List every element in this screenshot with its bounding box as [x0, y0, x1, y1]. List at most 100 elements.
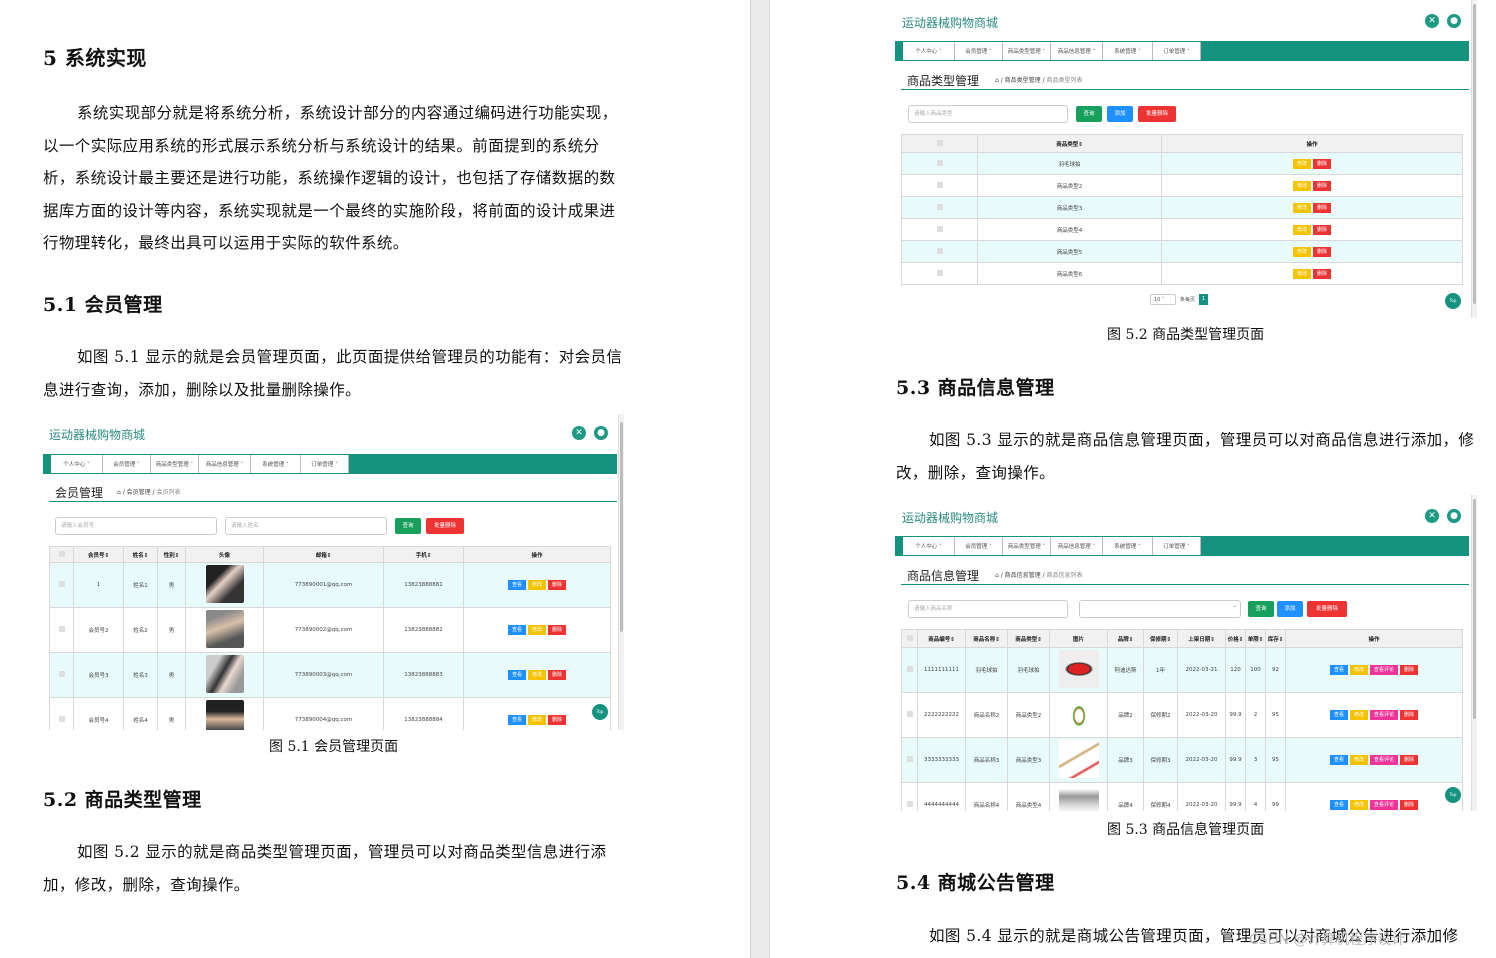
edit-button[interactable]: 修改 [527, 580, 546, 590]
nav-item[interactable]: 会员管理 ˅ [103, 455, 151, 473]
select-all-checkbox[interactable] [906, 634, 913, 641]
edit-button[interactable]: 修改 [1292, 246, 1311, 257]
back-to-top-button[interactable]: Top [1445, 293, 1461, 309]
delete-button[interactable]: 删除 [548, 625, 567, 635]
delete-button[interactable]: 删除 [1313, 158, 1332, 169]
view-button[interactable]: 查看 [507, 625, 526, 635]
edit-button[interactable]: 修改 [1292, 180, 1311, 191]
user-icon[interactable]: ● [594, 426, 608, 440]
view-reviews-button[interactable]: 查看评论 [1370, 665, 1399, 675]
member-id-input[interactable]: 请输入会员号 [55, 517, 217, 535]
type-search-input[interactable]: 请输入商品类型 [908, 105, 1068, 123]
delete-button[interactable]: 删除 [548, 715, 567, 725]
back-to-top-button[interactable]: Top [1445, 787, 1461, 803]
caption-5-2: 图 5.2 商品类型管理页面 [1107, 327, 1265, 343]
table-row: 商品类型2 修改 删除 [901, 174, 1463, 197]
delete-button[interactable]: 删除 [1313, 268, 1332, 279]
name-input[interactable]: 请输入姓名 [225, 517, 387, 535]
nav-item[interactable]: 商品信息管理 ˅ [1051, 42, 1103, 60]
nav-item[interactable]: 会员管理 ˅ [955, 537, 1003, 555]
nav-item[interactable]: 个人中心 ˅ [903, 42, 955, 60]
view-button[interactable]: 查看 [507, 715, 526, 725]
page-separator [750, 0, 770, 958]
select-all-checkbox[interactable] [58, 550, 65, 557]
scrollbar[interactable] [618, 414, 624, 730]
batch-delete-button[interactable]: 批量删除 [426, 518, 464, 534]
scrollbar[interactable] [1471, 0, 1477, 318]
edit-button[interactable]: 修改 [1292, 202, 1311, 213]
nav-item[interactable]: 订单管理 ˅ [1153, 537, 1201, 555]
view-button[interactable]: 查看 [1329, 800, 1348, 810]
edit-button[interactable]: 修改 [527, 715, 546, 725]
view-button[interactable]: 查看 [507, 580, 526, 590]
add-button[interactable]: 添加 [1107, 106, 1133, 122]
heading-5-3: 5.3 商品信息管理 [896, 377, 1055, 399]
page-title: 商品信息管理 [907, 569, 980, 583]
product-name-input[interactable]: 请输入商品名称 [908, 600, 1068, 618]
user-icon[interactable]: ● [1447, 509, 1461, 523]
nav-item[interactable]: 订单管理 ˅ [1153, 42, 1201, 60]
page-size-select[interactable]: 10 ˅ [1150, 294, 1176, 305]
page-number[interactable]: 1 [1199, 294, 1209, 305]
add-button[interactable]: 添加 [1277, 601, 1303, 617]
product-type-select[interactable]: ˅ [1079, 600, 1241, 618]
delete-button[interactable]: 删除 [1400, 755, 1419, 765]
view-button[interactable]: 查看 [1329, 710, 1348, 720]
document-page-left: 5 系统实现 系统实现部分就是将系统分析，系统设计部分的内容通过编码进行功能实现… [0, 0, 750, 958]
select-all-checkbox[interactable] [936, 139, 943, 146]
nav-item[interactable]: 系统管理 ˅ [1103, 537, 1153, 555]
nav-item[interactable]: 商品类型管理 ˅ [1003, 42, 1051, 60]
edit-button[interactable]: 修改 [1292, 224, 1311, 235]
delete-button[interactable]: 删除 [1313, 180, 1332, 191]
nav-item[interactable]: 商品类型管理 ˅ [1003, 537, 1051, 555]
nav-item[interactable]: 商品信息管理 ˅ [1051, 537, 1103, 555]
nav-item[interactable]: 系统管理 ˅ [251, 455, 301, 473]
nav-item[interactable]: 订单管理 ˅ [301, 455, 349, 473]
edit-button[interactable]: 修改 [1349, 800, 1368, 810]
fullscreen-icon[interactable]: ✕ [1425, 509, 1439, 523]
fullscreen-icon[interactable]: ✕ [572, 426, 586, 440]
nav-bar: 个人中心 ˅ 会员管理 ˅ 商品类型管理 ˅ 商品信息管理 ˅ 系统管理 ˅ 订… [895, 41, 1469, 61]
user-icon[interactable]: ● [1447, 14, 1461, 28]
delete-button[interactable]: 删除 [1313, 202, 1332, 213]
view-button[interactable]: 查看 [1329, 665, 1348, 675]
delete-button[interactable]: 删除 [548, 670, 567, 680]
edit-button[interactable]: 修改 [1349, 710, 1368, 720]
nav-item[interactable]: 商品类型管理 ˅ [151, 455, 199, 473]
batch-delete-button[interactable]: 批量删除 [1307, 601, 1347, 617]
nav-item[interactable]: 系统管理 ˅ [1103, 42, 1153, 60]
edit-button[interactable]: 修改 [1349, 755, 1368, 765]
scrollbar[interactable] [1471, 495, 1477, 811]
edit-button[interactable]: 修改 [527, 625, 546, 635]
view-button[interactable]: 查看 [507, 670, 526, 680]
query-button[interactable]: 查询 [1248, 601, 1274, 617]
edit-button[interactable]: 修改 [1292, 268, 1311, 279]
table-row: 会员号2 姓名2 男 773890002@qq.com 13823888882 查看修… [49, 607, 611, 653]
query-button[interactable]: 查询 [395, 518, 421, 534]
delete-button[interactable]: 删除 [1313, 246, 1332, 257]
edit-button[interactable]: 修改 [1349, 665, 1368, 675]
table-row: 3333333333 商品名称3 商品类型3 品牌3 保修期3 2022-03-20 99… [901, 737, 1463, 783]
view-reviews-button[interactable]: 查看评论 [1370, 710, 1399, 720]
paragraph-5-2: 如图 5.2 显示的就是商品类型管理页面，管理员可以对商品类型信息进行添加，修改… [43, 843, 607, 894]
view-reviews-button[interactable]: 查看评论 [1370, 755, 1399, 765]
nav-item[interactable]: 会员管理 ˅ [955, 42, 1003, 60]
edit-button[interactable]: 修改 [527, 670, 546, 680]
delete-button[interactable]: 删除 [1400, 800, 1419, 810]
batch-delete-button[interactable]: 批量删除 [1138, 106, 1176, 122]
back-to-top-button[interactable]: Top [592, 704, 608, 720]
delete-button[interactable]: 删除 [1400, 665, 1419, 675]
delete-button[interactable]: 删除 [1313, 224, 1332, 235]
view-button[interactable]: 查看 [1329, 755, 1348, 765]
nav-item[interactable]: 个人中心 ˅ [51, 455, 103, 473]
view-reviews-button[interactable]: 查看评论 [1370, 800, 1399, 810]
query-button[interactable]: 查询 [1076, 106, 1102, 122]
nav-item[interactable]: 个人中心 ˅ [903, 537, 955, 555]
delete-button[interactable]: 删除 [548, 580, 567, 590]
edit-button[interactable]: 修改 [1292, 158, 1311, 169]
fullscreen-icon[interactable]: ✕ [1425, 14, 1439, 28]
avatar [205, 610, 244, 648]
member-table: 会员号⇕ 姓名⇕ 性别⇕ 头像 邮箱⇕ 手机⇕ 操作 1 姓名1 男 773890001@qq.… [49, 546, 611, 730]
delete-button[interactable]: 删除 [1400, 710, 1419, 720]
nav-item[interactable]: 商品信息管理 ˅ [199, 455, 251, 473]
